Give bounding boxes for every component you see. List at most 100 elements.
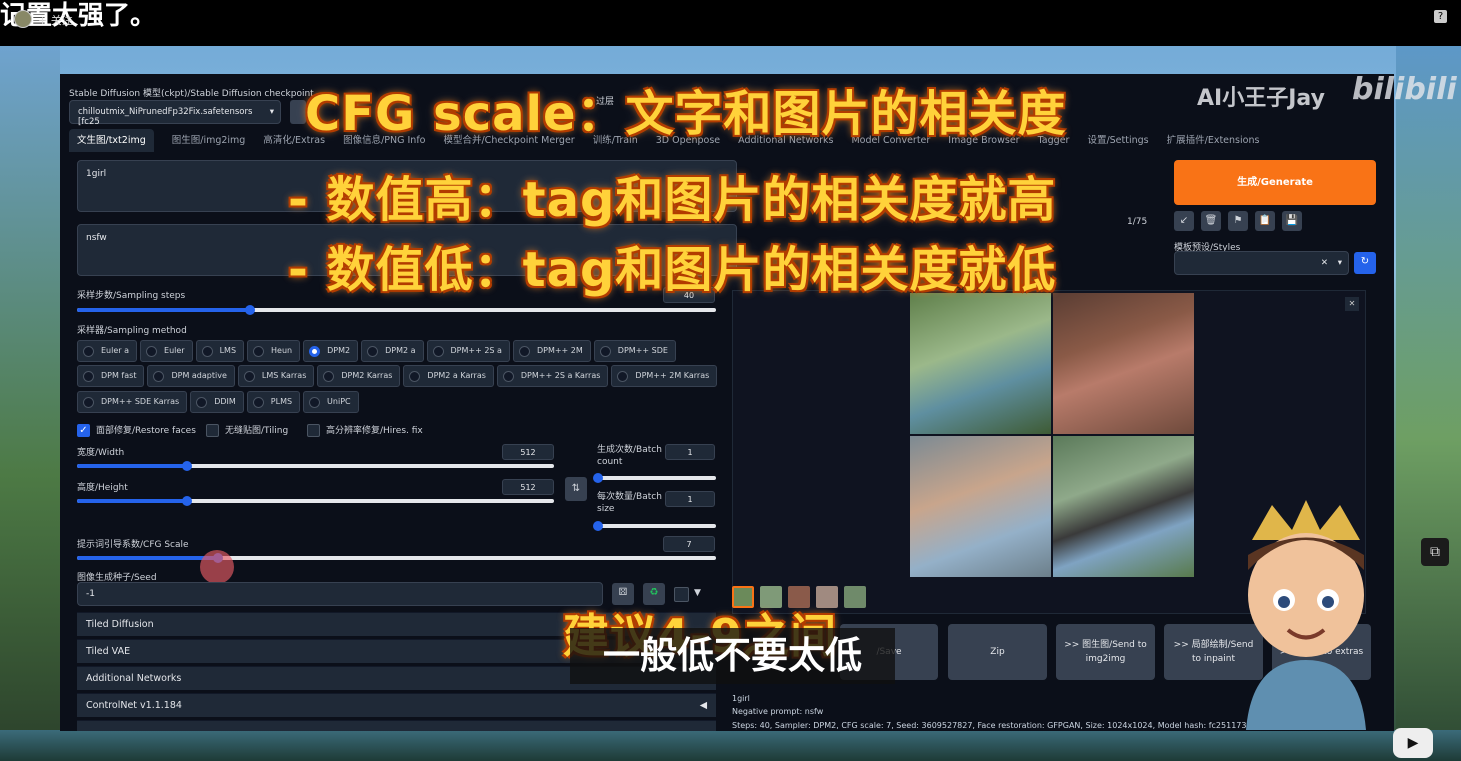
generate-button[interactable]: 生成/Generate (1174, 160, 1376, 205)
picture-in-picture-button[interactable]: ⧉ (1421, 538, 1449, 566)
slider-handle[interactable] (593, 473, 603, 483)
height-slider[interactable] (77, 496, 554, 506)
radio-icon (83, 370, 94, 382)
play-button[interactable]: ▶ (1393, 728, 1433, 758)
sampler-option-label: LMS Karras (261, 371, 307, 380)
sampler-option[interactable]: DPM++ 2S a (426, 340, 510, 362)
tool-icon-3[interactable]: 📋 (1255, 211, 1275, 231)
cursor-highlight (200, 550, 234, 584)
seed-input[interactable]: -1 (77, 582, 603, 606)
tab-settings[interactable]: 设置/Settings (1087, 135, 1148, 146)
radio-icon (309, 396, 321, 408)
sampler-option[interactable]: PLMS (246, 391, 301, 413)
sampler-option-label: DPM adaptive (171, 371, 227, 380)
tool-buttons: ↙ 🗑 ⚑ 📋 💾 (1174, 211, 1302, 231)
sampler-option-label: DPM++ SDE Karras (101, 397, 180, 406)
zip-button[interactable]: Zip (948, 624, 1047, 680)
controlnet-label: ControlNet v1.1.184 (86, 700, 182, 711)
help-icon[interactable]: ? (1434, 10, 1447, 23)
sampler-option[interactable]: DPM2 Karras (317, 365, 401, 387)
swap-icon: ⇅ (571, 483, 581, 494)
slider-handle[interactable] (593, 521, 603, 531)
refresh-styles-button[interactable]: ↻ (1354, 252, 1376, 274)
accordion-controlnet[interactable]: ControlNet v1.1.184 ◀ (77, 693, 716, 717)
close-icon[interactable]: ✕ (1345, 297, 1359, 311)
batch-size-input[interactable]: 1 (665, 491, 715, 507)
hires-fix-label: 高分辨率修复/Hires. fix (326, 426, 423, 436)
radio-icon (518, 345, 530, 357)
batch-count-slider[interactable] (593, 473, 716, 483)
swap-dimensions-button[interactable]: ⇅ (565, 477, 587, 501)
follow-button[interactable]: + 关注 (38, 12, 73, 28)
slider-fill (77, 556, 218, 560)
slider-handle[interactable] (244, 305, 255, 315)
output-image-2[interactable] (1053, 293, 1194, 434)
slider-handle[interactable] (181, 461, 192, 471)
overlay-line-high: - 数值高：tag和图片的相关度就高 (288, 172, 1057, 228)
refresh-checkpoint-button[interactable] (290, 100, 306, 124)
sampler-option-label: DPM++ SDE (617, 346, 668, 355)
sampler-option[interactable]: DPM++ SDE (593, 340, 676, 362)
cfg-scale-slider[interactable] (77, 553, 716, 563)
radio-icon (367, 345, 379, 357)
sampler-option[interactable]: DPM2 (303, 340, 359, 362)
tool-icon-4[interactable]: 💾 (1282, 211, 1302, 231)
radio-icon (309, 345, 321, 357)
sampler-option[interactable]: LMS Karras (237, 365, 315, 387)
tool-icon-2[interactable]: ⚑ (1228, 211, 1248, 231)
sampler-option[interactable]: DPM++ SDE Karras (77, 391, 188, 413)
radio-icon (243, 370, 255, 382)
sampler-option[interactable]: UniPC (303, 391, 359, 413)
sampler-option[interactable]: DPM2 a Karras (403, 365, 494, 387)
checkpoint-dropdown[interactable]: chilloutmix_NiPrunedFp32Fix.safetensors … (69, 100, 281, 127)
batch-size-slider[interactable] (593, 521, 716, 531)
height-input[interactable]: 512 (502, 479, 554, 495)
dice-icon: ⚄ (618, 587, 628, 598)
tiling-checkbox[interactable]: 无缝贴图/Tiling (206, 423, 288, 437)
sampler-option[interactable]: Euler a (77, 340, 138, 362)
send-to-img2img-button[interactable]: >> 图生图/Send to img2img (1056, 624, 1155, 680)
tab-txt2img[interactable]: 文生图/txt2img (69, 129, 154, 152)
sampler-option-label: PLMS (270, 397, 293, 406)
radio-icon (83, 345, 94, 357)
tiling-label: 无缝贴图/Tiling (225, 426, 289, 436)
sampler-option[interactable]: DDIM (190, 391, 244, 413)
tool-icon-0[interactable]: ↙ (1174, 211, 1194, 231)
sampling-steps-slider[interactable] (77, 305, 716, 315)
cfg-scale-input[interactable]: 7 (663, 536, 715, 552)
sampler-option[interactable]: DPM adaptive (147, 365, 235, 387)
sampler-option[interactable]: DPM2 a (361, 340, 424, 362)
background-scenery-right (1396, 46, 1461, 761)
sampler-option[interactable]: DPM++ 2M Karras (611, 365, 718, 387)
thumbnail-4[interactable] (844, 586, 866, 608)
restore-faces-checkbox[interactable]: ✓ 面部修复/Restore faces (77, 423, 196, 437)
sampler-option[interactable]: DPM++ 2M (512, 340, 591, 362)
chevron-down-icon: ▾ (269, 107, 274, 117)
sampler-option[interactable]: DPM++ 2S a Karras (496, 365, 609, 387)
styles-dropdown[interactable]: ✕ ▾ (1174, 251, 1349, 275)
output-image-4[interactable] (1053, 436, 1194, 577)
sampler-option[interactable]: Heun (247, 340, 301, 362)
width-slider[interactable] (77, 461, 554, 471)
uploader-avatar[interactable] (14, 10, 32, 28)
output-image-1[interactable] (910, 293, 1051, 434)
background-scenery-bottom (0, 730, 1461, 761)
radio-icon (502, 370, 514, 382)
output-image-3[interactable] (910, 436, 1051, 577)
sampler-option[interactable]: LMS (195, 340, 245, 362)
batch-count-input[interactable]: 1 (665, 444, 715, 460)
width-input[interactable]: 512 (502, 444, 554, 460)
sampler-option-label: Heun (271, 346, 293, 355)
hires-fix-checkbox[interactable]: 高分辨率修复/Hires. fix (307, 423, 423, 437)
radio-icon (323, 370, 335, 382)
sampler-option[interactable]: DPM fast (77, 365, 145, 387)
collapse-arrow-icon: ◀ (699, 700, 707, 711)
clear-icon[interactable]: ✕ (1321, 258, 1328, 268)
sampler-option[interactable]: Euler (140, 340, 193, 362)
tool-icon-1[interactable]: 🗑 (1201, 211, 1221, 231)
extra-seed-toggle[interactable]: ▼ (694, 588, 701, 598)
tab-img2img[interactable]: 图生图/img2img (172, 135, 246, 146)
accordion-next[interactable] (77, 720, 716, 731)
slider-handle[interactable] (181, 496, 192, 506)
tab-extensions[interactable]: 扩展插件/Extensions (1167, 135, 1260, 146)
